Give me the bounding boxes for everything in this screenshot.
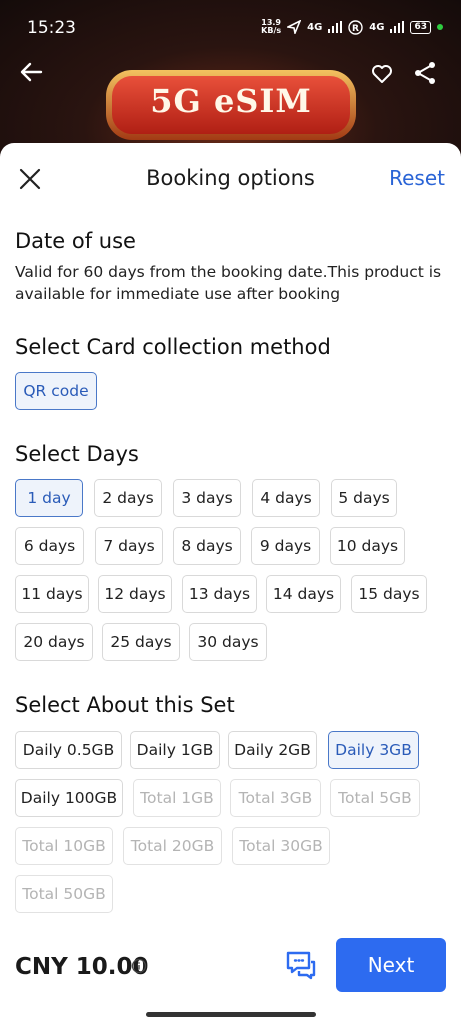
set-option-total-5gb: Total 5GB <box>330 779 420 817</box>
day-option-3-days[interactable]: 3 days <box>173 479 241 517</box>
info-icon[interactable] <box>131 958 147 974</box>
day-option-15-days[interactable]: 15 days <box>351 575 427 613</box>
status-icons: 13.9 KB/s 4G R 4G 63 <box>261 19 443 35</box>
set-option-total-10gb: Total 10GB <box>15 827 113 865</box>
home-indicator[interactable] <box>146 1012 316 1017</box>
booking-footer: CNY 10.00 Next <box>0 934 461 1024</box>
privacy-dot-icon <box>437 24 443 30</box>
status-bar: 15:23 13.9 KB/s 4G R 4G 63 <box>0 0 461 52</box>
next-button[interactable]: Next <box>336 938 446 992</box>
day-option-1-day[interactable]: 1 day <box>15 479 83 517</box>
price: CNY 10.00 <box>15 954 149 980</box>
set-option-daily-2gb[interactable]: Daily 2GB <box>228 731 317 769</box>
day-option-20-days[interactable]: 20 days <box>15 623 93 661</box>
set-option-daily-1gb[interactable]: Daily 1GB <box>130 731 220 769</box>
day-option-6-days[interactable]: 6 days <box>15 527 84 565</box>
select-days-title: Select Days <box>15 442 139 466</box>
network-type-1: 4G <box>307 21 323 33</box>
booking-options-sheet: Booking options Reset Date of use Valid … <box>0 143 461 1024</box>
select-set-title: Select About this Set <box>15 693 235 717</box>
share-icon[interactable] <box>412 60 438 86</box>
day-option-8-days[interactable]: 8 days <box>173 527 241 565</box>
signal-icon <box>328 21 343 33</box>
sheet-header: Booking options Reset <box>0 143 461 213</box>
day-option-12-days[interactable]: 12 days <box>98 575 172 613</box>
back-arrow-icon[interactable] <box>17 58 45 86</box>
day-option-7-days[interactable]: 7 days <box>95 527 163 565</box>
date-of-use-title: Date of use <box>15 229 136 253</box>
network-speed: 13.9 KB/s <box>261 18 282 35</box>
set-option-daily-3gb[interactable]: Daily 3GB <box>328 731 419 769</box>
reset-button[interactable]: Reset <box>389 166 445 190</box>
day-option-4-days[interactable]: 4 days <box>252 479 320 517</box>
day-option-5-days[interactable]: 5 days <box>331 479 397 517</box>
collection-method-title: Select Card collection method <box>15 335 331 359</box>
signal-icon-2 <box>390 21 405 33</box>
day-option-11-days[interactable]: 11 days <box>15 575 89 613</box>
day-option-10-days[interactable]: 10 days <box>330 527 405 565</box>
set-option-total-30gb: Total 30GB <box>232 827 330 865</box>
collection-option-qr-code[interactable]: QR code <box>15 372 97 410</box>
battery-indicator: 63 <box>410 20 431 34</box>
network-type-2: 4G <box>369 21 385 33</box>
day-option-30-days[interactable]: 30 days <box>189 623 267 661</box>
set-option-daily-0-5gb[interactable]: Daily 0.5GB <box>15 731 122 769</box>
location-icon <box>287 20 302 34</box>
esim-banner: 5G eSIM <box>106 70 356 140</box>
set-option-total-20gb: Total 20GB <box>123 827 222 865</box>
day-option-9-days[interactable]: 9 days <box>251 527 320 565</box>
status-time: 15:23 <box>27 18 76 38</box>
set-option-total-50gb: Total 50GB <box>15 875 113 913</box>
svg-text:R: R <box>352 24 359 34</box>
date-of-use-description: Valid for 60 days from the booking date.… <box>15 263 442 303</box>
day-option-13-days[interactable]: 13 days <box>182 575 257 613</box>
heart-icon[interactable] <box>370 62 394 86</box>
banner-text: 5G eSIM <box>112 76 350 134</box>
registered-icon: R <box>348 19 363 35</box>
day-option-25-days[interactable]: 25 days <box>102 623 180 661</box>
set-option-total-3gb: Total 3GB <box>230 779 321 817</box>
day-option-2-days[interactable]: 2 days <box>94 479 162 517</box>
set-option-total-1gb: Total 1GB <box>133 779 221 817</box>
set-option-daily-100gb[interactable]: Daily 100GB <box>15 779 123 817</box>
day-option-14-days[interactable]: 14 days <box>266 575 341 613</box>
chat-icon[interactable] <box>285 950 317 980</box>
